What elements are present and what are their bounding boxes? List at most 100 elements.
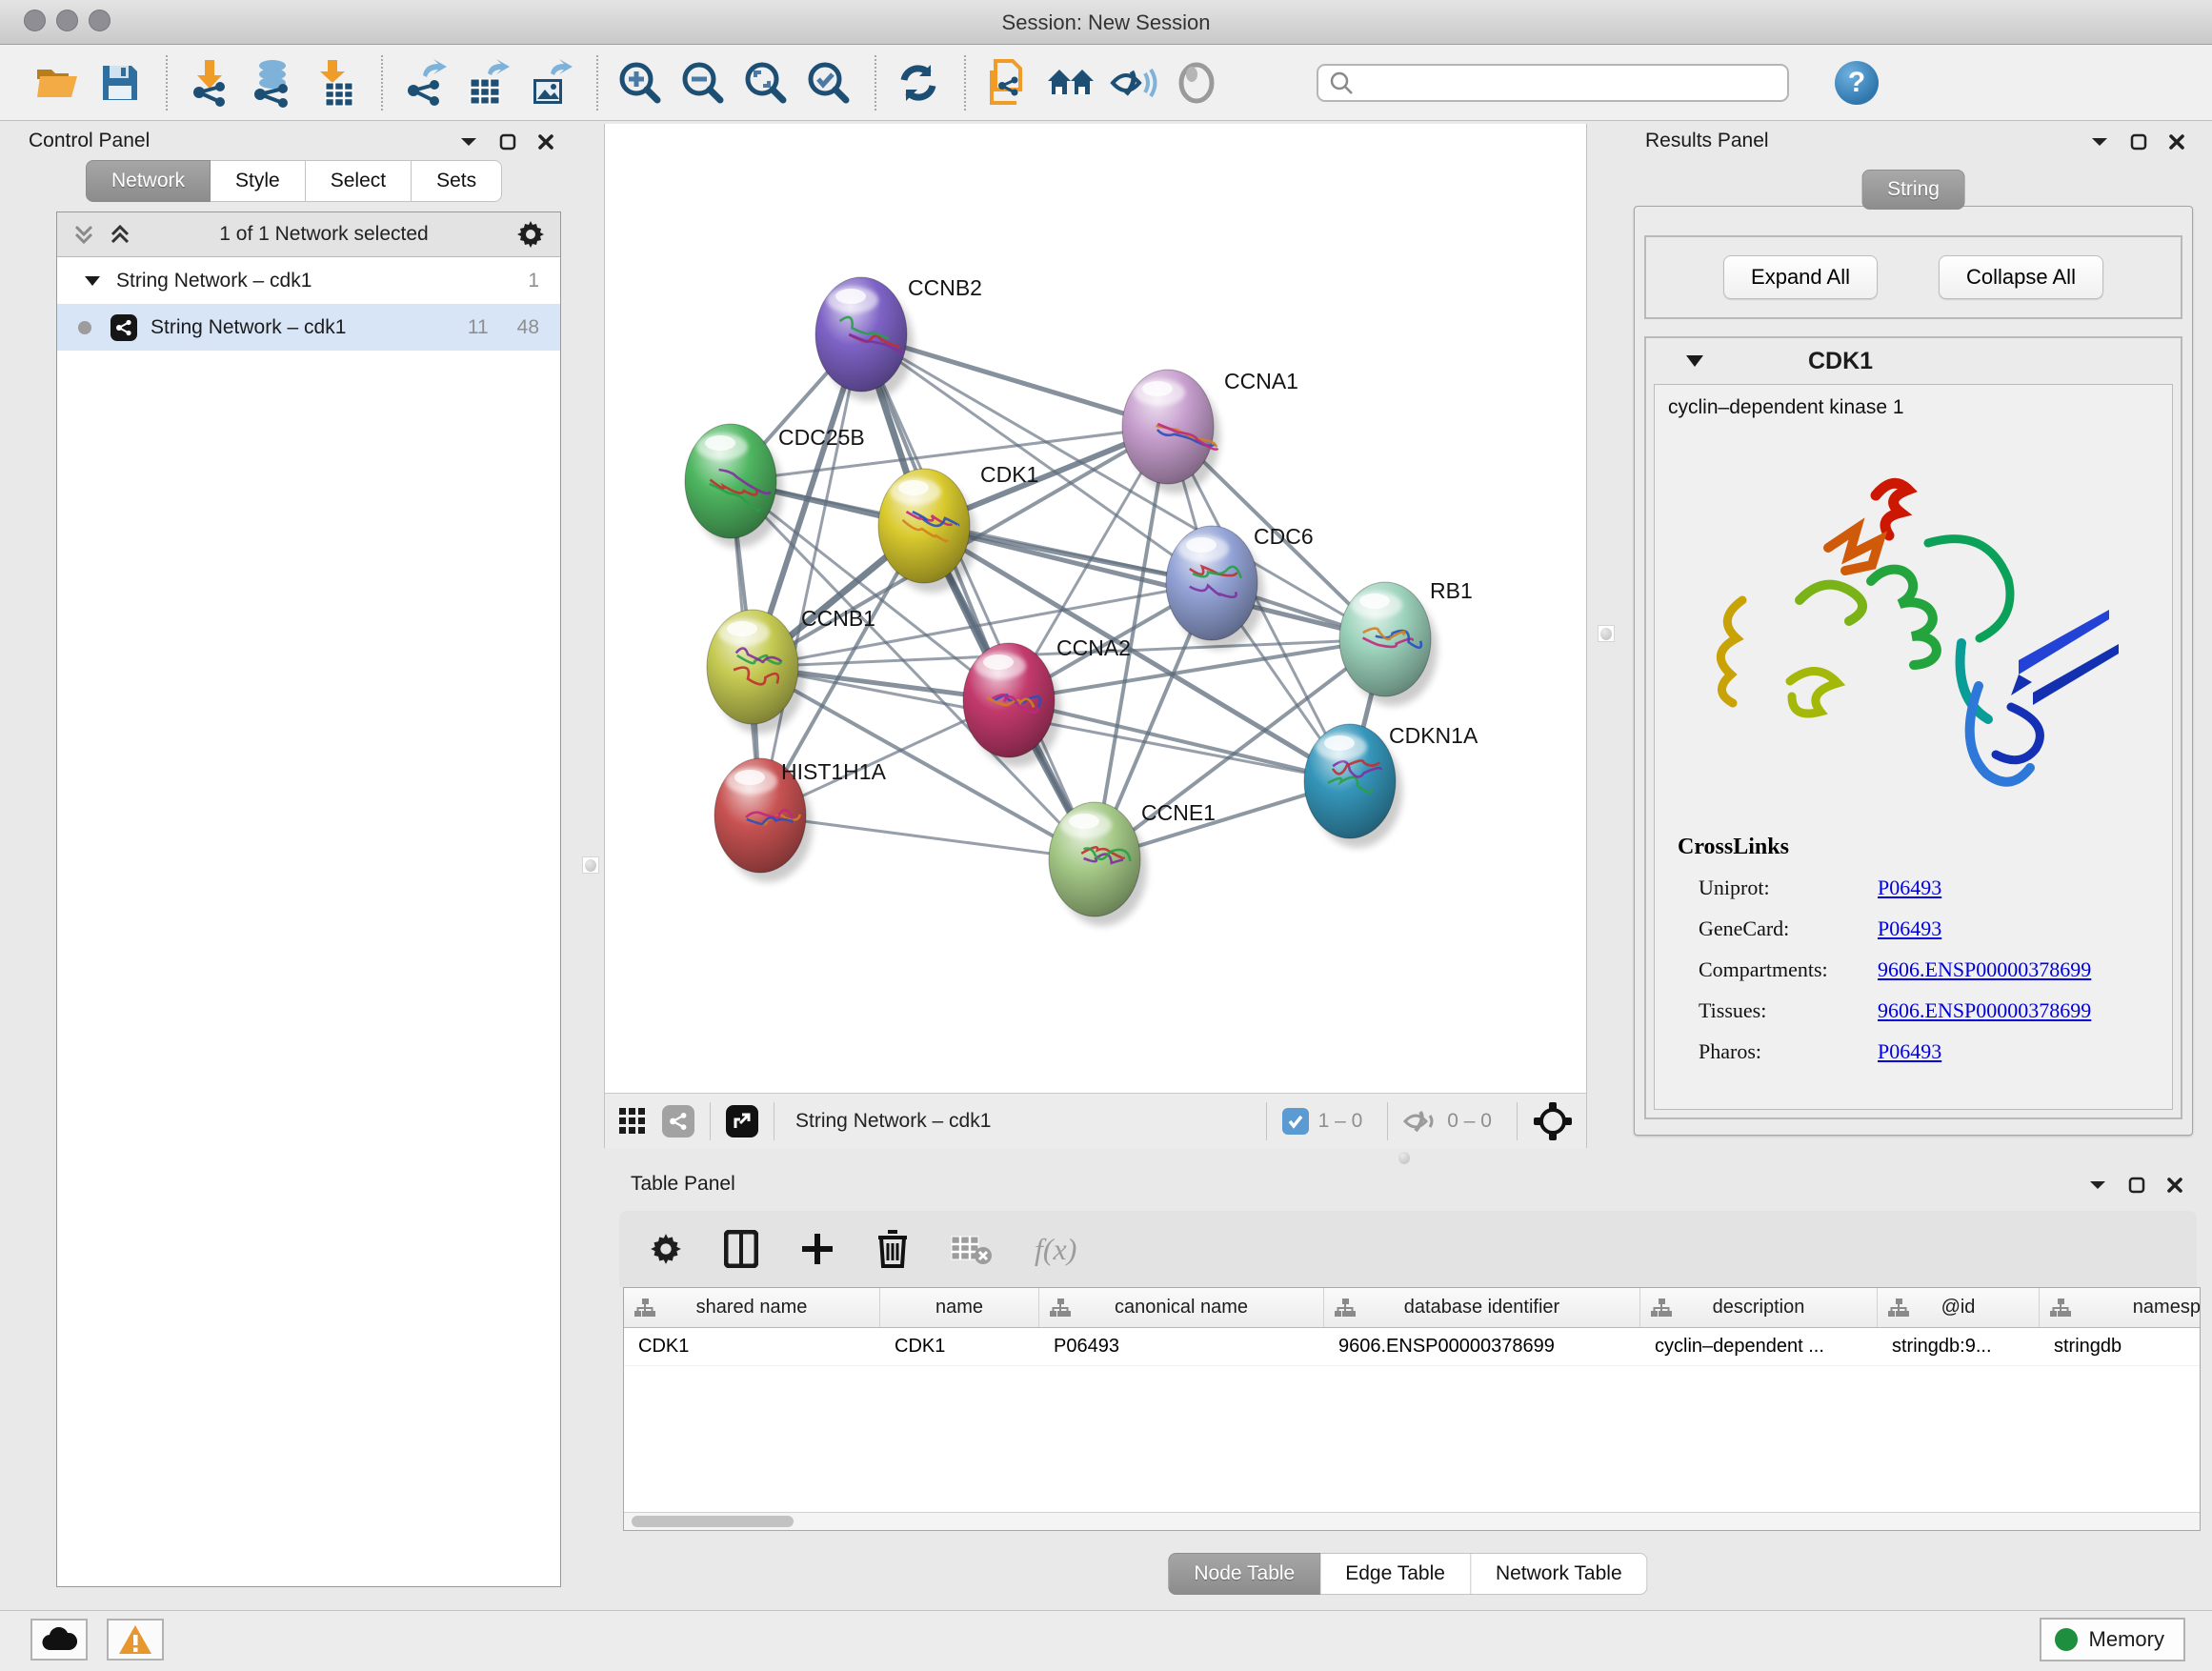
right-splitter-handle[interactable] xyxy=(1598,625,1615,642)
crosslink-link[interactable]: P06493 xyxy=(1878,916,1941,941)
node-CDC25B[interactable] xyxy=(685,424,783,548)
selected-checkbox-icon[interactable] xyxy=(1282,1108,1309,1135)
export-table-icon[interactable] xyxy=(463,56,513,110)
tab-node-table[interactable]: Node Table xyxy=(1168,1553,1320,1595)
open-session-icon[interactable] xyxy=(32,56,82,110)
column-header-description[interactable]: description xyxy=(1640,1288,1878,1327)
column-header-namespace[interactable]: namespace xyxy=(2040,1288,2201,1327)
cloud-status-button[interactable] xyxy=(30,1619,88,1661)
tab-string[interactable]: String xyxy=(1861,170,1965,210)
column-header-name[interactable]: name xyxy=(880,1288,1039,1327)
hide-selected-icon[interactable] xyxy=(1109,56,1158,110)
table-cell[interactable]: cyclin–dependent ... xyxy=(1640,1336,1878,1358)
crosslink-link[interactable]: P06493 xyxy=(1878,876,1941,900)
clone-network-icon[interactable] xyxy=(983,56,1033,110)
table-cell[interactable]: 9606.ENSP00000378699 xyxy=(1324,1336,1640,1358)
node-CDC6[interactable] xyxy=(1166,526,1264,650)
warnings-button[interactable] xyxy=(107,1619,164,1661)
node-table[interactable]: shared namenamecanonical namedatabase id… xyxy=(623,1287,2201,1531)
table-options-gear-icon[interactable] xyxy=(650,1233,682,1265)
node-CDK1[interactable] xyxy=(878,469,976,593)
network-row[interactable]: String Network – cdk1 11 48 xyxy=(57,304,560,351)
column-header-shared-name[interactable]: shared name xyxy=(624,1288,880,1327)
zoom-in-icon[interactable] xyxy=(615,56,665,110)
tab-network-table[interactable]: Network Table xyxy=(1471,1553,1648,1595)
search-input[interactable] xyxy=(1355,68,1787,98)
crosslink-link[interactable]: 9606.ENSP00000378699 xyxy=(1878,957,2091,982)
float-panel-icon[interactable] xyxy=(2128,1177,2145,1194)
gear-icon[interactable] xyxy=(516,220,545,249)
bottom-splitter-handle[interactable] xyxy=(1396,1149,1413,1166)
column-header-@id[interactable]: @id xyxy=(1878,1288,2040,1327)
panel-menu-icon[interactable] xyxy=(2088,1178,2107,1192)
birds-eye-icon[interactable] xyxy=(1533,1101,1573,1141)
grid-view-icon[interactable] xyxy=(618,1107,647,1136)
hidden-eye-icon[interactable] xyxy=(1403,1108,1438,1135)
show-columns-icon[interactable] xyxy=(724,1230,758,1268)
left-splitter-handle[interactable] xyxy=(582,856,599,874)
close-panel-icon[interactable] xyxy=(2166,1177,2183,1194)
close-panel-icon[interactable] xyxy=(537,133,554,151)
section-collapse-icon[interactable] xyxy=(1684,353,1705,369)
edge-CCNB2-HIST1H1A[interactable] xyxy=(760,334,861,815)
close-panel-icon[interactable] xyxy=(2168,133,2185,151)
network-canvas[interactable]: CCNB2CCNA1CDC25BCDK1CDC6RB1CCNB1CCNA2CDK… xyxy=(604,124,1587,1148)
expand-all-button[interactable]: Expand All xyxy=(1723,255,1878,299)
table-cell[interactable]: P06493 xyxy=(1039,1336,1324,1358)
tab-sets[interactable]: Sets xyxy=(412,160,502,202)
crosslink-link[interactable]: P06493 xyxy=(1878,1039,1941,1064)
column-header-canonical-name[interactable]: canonical name xyxy=(1039,1288,1324,1327)
memory-button[interactable]: Memory xyxy=(2040,1618,2185,1661)
search-box[interactable] xyxy=(1317,64,1789,102)
refresh-icon[interactable] xyxy=(894,56,943,110)
node-CCNA2[interactable] xyxy=(963,643,1061,767)
node-RB1[interactable] xyxy=(1339,582,1438,706)
panel-menu-icon[interactable] xyxy=(459,135,478,149)
zoom-selected-icon[interactable] xyxy=(804,56,854,110)
tab-edge-table[interactable]: Edge Table xyxy=(1320,1553,1471,1595)
edge-CCNB2-CCNE1[interactable] xyxy=(861,334,1095,859)
node-CCNB1[interactable] xyxy=(707,610,805,734)
tab-style[interactable]: Style xyxy=(211,160,306,202)
node-CCNE1[interactable] xyxy=(1049,802,1147,926)
collection-expander-icon[interactable] xyxy=(84,274,101,288)
import-network-database-icon[interactable] xyxy=(248,56,297,110)
expand-all-icon[interactable] xyxy=(109,223,131,246)
import-network-file-icon[interactable] xyxy=(185,56,234,110)
help-icon[interactable]: ? xyxy=(1835,61,1879,105)
detach-view-icon[interactable] xyxy=(726,1105,758,1137)
network-collection-row[interactable]: String Network – cdk1 1 xyxy=(57,257,560,304)
function-builder-icon[interactable]: f(x) xyxy=(1035,1232,1076,1267)
node-CCNB2[interactable] xyxy=(815,277,914,401)
node-CDKN1A[interactable] xyxy=(1304,724,1402,848)
export-network-icon[interactable] xyxy=(400,56,450,110)
node-CCNA1[interactable] xyxy=(1122,370,1220,493)
float-panel-icon[interactable] xyxy=(2130,133,2147,151)
table-cell[interactable]: CDK1 xyxy=(624,1336,880,1358)
collapse-all-button[interactable]: Collapse All xyxy=(1939,255,2103,299)
export-image-icon[interactable] xyxy=(526,56,575,110)
crosslink-link[interactable]: 9606.ENSP00000378699 xyxy=(1878,998,2091,1023)
table-cell[interactable]: CDK1 xyxy=(880,1336,1039,1358)
zoom-out-icon[interactable] xyxy=(678,56,728,110)
collapse-all-icon[interactable] xyxy=(72,223,95,246)
table-cell[interactable]: stringdb xyxy=(2040,1336,2201,1358)
add-column-icon[interactable] xyxy=(800,1232,835,1266)
float-panel-icon[interactable] xyxy=(499,133,516,151)
network-graph[interactable]: CCNB2CCNA1CDC25BCDK1CDC6RB1CCNB1CCNA2CDK… xyxy=(605,124,1586,1093)
delete-table-icon[interactable] xyxy=(951,1233,993,1265)
scrollbar-thumb[interactable] xyxy=(632,1516,794,1527)
column-header-database-identifier[interactable]: database identifier xyxy=(1324,1288,1640,1327)
panel-menu-icon[interactable] xyxy=(2090,135,2109,149)
table-hscrollbar[interactable] xyxy=(624,1512,2200,1530)
tab-network[interactable]: Network xyxy=(86,160,211,202)
show-all-icon[interactable] xyxy=(1172,56,1221,110)
zoom-fit-icon[interactable] xyxy=(741,56,791,110)
delete-column-icon[interactable] xyxy=(876,1230,909,1268)
table-row[interactable]: CDK1CDK1P064939606.ENSP00000378699cyclin… xyxy=(624,1328,2200,1366)
home-icon[interactable] xyxy=(1046,56,1096,110)
tab-select[interactable]: Select xyxy=(306,160,412,202)
table-cell[interactable]: stringdb:9... xyxy=(1878,1336,2040,1358)
import-table-icon[interactable] xyxy=(311,56,360,110)
save-session-icon[interactable] xyxy=(95,56,145,110)
